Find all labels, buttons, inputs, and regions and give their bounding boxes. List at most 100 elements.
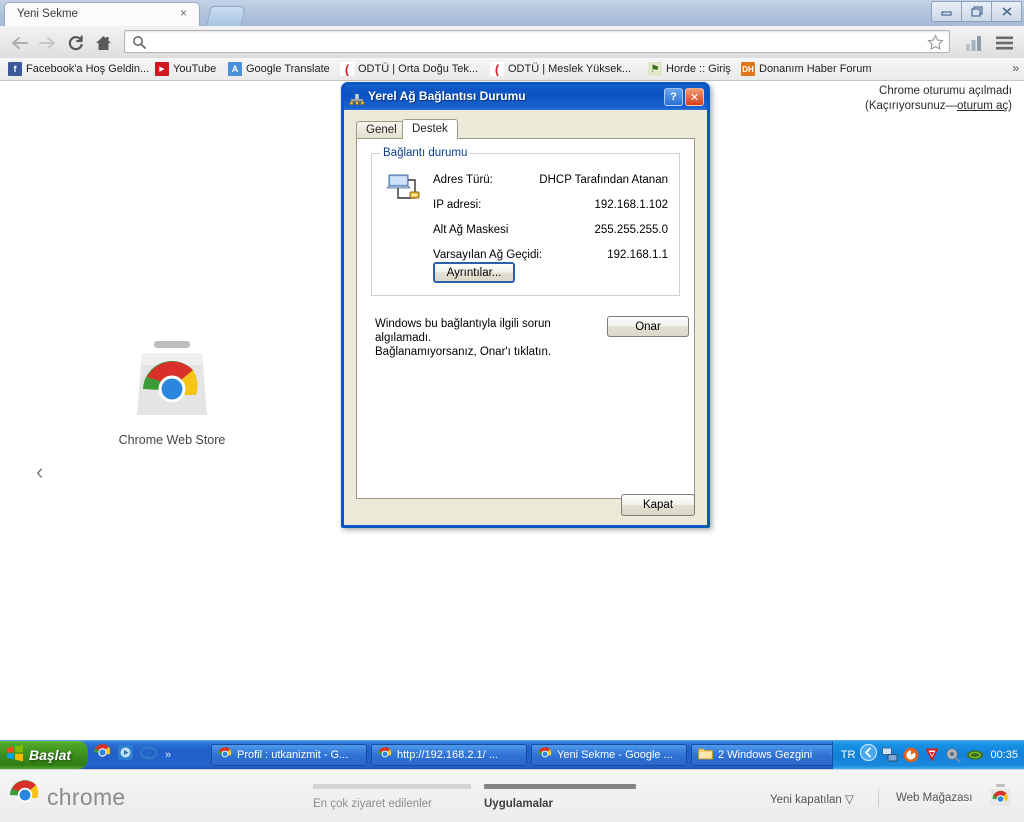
bookmark-label: Donanım Haber Forum	[759, 63, 872, 75]
dialog-title-bar[interactable]: Yerel Ağ Bağlantısı Durumu ? ✕	[344, 85, 707, 110]
web-store-link[interactable]: Web Mağazası	[896, 792, 973, 804]
recently-closed-menu[interactable]: Yeni kapatılan ▽	[770, 792, 854, 806]
repair-description: Windows bu bağlantıyla ilgili sorun algı…	[375, 317, 605, 359]
taskbar-item-profil[interactable]: Profil : utkanizmit - G...	[211, 744, 367, 766]
window-maximize-button[interactable]	[962, 1, 992, 22]
bookmark-star-icon[interactable]	[927, 34, 944, 56]
chevron-down-icon: ▽	[845, 794, 854, 806]
new-tab-shape	[206, 6, 246, 26]
bookmarks-overflow-button[interactable]: »	[1012, 61, 1019, 75]
windows-flag-icon	[6, 744, 24, 767]
field-subnet-mask: Alt Ağ Maskesi 255.255.255.0	[433, 222, 668, 247]
system-clock[interactable]: 00:35	[990, 749, 1018, 761]
chrome-icon	[378, 746, 392, 764]
chrome-web-store-tile[interactable]: Chrome Web Store	[110, 337, 234, 447]
taskbar-item-windows-gezgini[interactable]: 2 Windows Gezgini ▾	[691, 744, 843, 766]
odtu-icon: (	[490, 62, 504, 76]
reload-button[interactable]	[64, 32, 86, 54]
network-connection-icon	[349, 90, 365, 106]
taskbar-item-label: 2 Windows Gezgini	[718, 749, 813, 761]
dialog-title: Yerel Ağ Bağlantısı Durumu	[368, 89, 526, 103]
language-indicator[interactable]: TR	[841, 749, 856, 761]
browser-toolbar	[0, 26, 1024, 59]
bookmark-item-youtube[interactable]: ▶ YouTube	[155, 61, 216, 77]
field-value: 192.168.1.1	[607, 249, 668, 261]
bookmark-item-donanim-haber[interactable]: DH Donanım Haber Forum	[741, 61, 872, 77]
recently-closed-label: Yeni kapatılan	[770, 794, 842, 806]
chrome-logo-icon	[10, 780, 40, 815]
field-key: Varsayılan Ağ Geçidi:	[433, 249, 543, 261]
back-button[interactable]	[8, 32, 30, 54]
bookmark-item-facebook[interactable]: f Facebook'a Hoş Geldin...	[8, 61, 149, 77]
group-legend: Bağlantı durumu	[380, 147, 471, 159]
close-dialog-button[interactable]: Kapat	[621, 494, 695, 516]
nvidia-icon[interactable]	[966, 747, 984, 763]
network-connections-icon[interactable]	[882, 747, 898, 763]
taskbar-item-yeni-sekme[interactable]: Yeni Sekme - Google ...	[531, 744, 687, 766]
window-close-button[interactable]	[992, 1, 1022, 22]
repair-description-line1: Windows bu bağlantıyla ilgili sorun algı…	[375, 318, 551, 344]
signal-bars-icon[interactable]	[964, 32, 984, 54]
repair-button[interactable]: Onar	[607, 316, 689, 337]
bookmarks-bar: f Facebook'a Hoş Geldin... ▶ YouTube A G…	[0, 58, 1024, 81]
browser-tab[interactable]: Yeni Sekme ×	[4, 2, 200, 26]
google-translate-icon: A	[228, 62, 242, 76]
bookmark-item-odtu-2[interactable]: ( ODTÜ | Meslek Yüksek...	[490, 61, 631, 77]
signin-suffix: )	[1008, 100, 1012, 112]
bookmark-label: ODTÜ | Orta Doğu Tek...	[358, 63, 479, 75]
field-value: 255.255.255.0	[594, 224, 668, 236]
tab-close-icon[interactable]: ×	[177, 7, 190, 20]
start-button[interactable]: Başlat	[0, 741, 88, 769]
chrome-icon	[217, 746, 232, 764]
field-key: Adres Türü:	[433, 174, 493, 186]
bookmark-item-horde[interactable]: ⚑ Horde :: Giriş	[648, 61, 731, 77]
field-key: Alt Ağ Maskesi	[433, 224, 509, 236]
tray-expand-icon[interactable]	[860, 743, 878, 766]
antivirus-shield-icon[interactable]	[903, 747, 919, 763]
field-key: IP adresi:	[433, 199, 482, 211]
chrome-branding: chrome	[10, 780, 126, 815]
home-button[interactable]	[92, 32, 114, 54]
donanimhaber-icon: DH	[741, 62, 755, 76]
quick-launch-chrome-icon[interactable]	[94, 744, 111, 766]
field-value: 192.168.1.102	[594, 199, 668, 211]
tab-destek[interactable]: Destek	[402, 119, 458, 139]
window-minimize-button[interactable]	[931, 1, 962, 22]
chrome-web-store-label: Chrome Web Store	[118, 433, 226, 447]
hamburger-menu-icon[interactable]	[993, 32, 1015, 54]
tab-genel[interactable]: Genel	[356, 121, 407, 138]
ntp-section-most-visited[interactable]: En çok ziyaret edilenler	[313, 784, 471, 810]
taskbar-item-router[interactable]: http://192.168.2.1/ ...	[371, 744, 527, 766]
dialog-body: Genel Destek Bağlantı durumu Adres Türü:…	[344, 110, 707, 525]
folder-icon	[698, 747, 713, 763]
address-bar[interactable]	[124, 30, 950, 53]
avast-icon[interactable]	[924, 747, 940, 763]
quick-launch-internet-explorer-icon[interactable]: e	[140, 744, 157, 766]
bookmark-item-google-translate[interactable]: A Google Translate	[228, 61, 330, 77]
network-status-dialog: Yerel Ağ Bağlantısı Durumu ? ✕ Genel Des…	[341, 82, 710, 528]
taskbar-item-label: http://192.168.2.1/ ...	[397, 749, 498, 761]
connection-field-list: Adres Türü: DHCP Tarafından Atanan IP ad…	[433, 172, 668, 272]
ntp-section-apps[interactable]: Uygulamalar	[484, 784, 636, 810]
search-icon	[132, 35, 146, 54]
quick-launch-media-player-icon[interactable]	[117, 744, 134, 766]
previous-page-arrow-icon[interactable]: ‹	[36, 459, 43, 485]
chrome-icon	[538, 746, 552, 764]
facebook-icon: f	[8, 62, 22, 76]
signin-notice-line1: Chrome oturumu açılmadı	[879, 85, 1012, 97]
volume-icon[interactable]	[945, 747, 961, 763]
web-store-corner-icon[interactable]	[988, 784, 1013, 813]
bookmark-item-odtu-1[interactable]: ( ODTÜ | Orta Doğu Tek...	[340, 61, 478, 77]
signin-link[interactable]: oturum aç	[957, 100, 1008, 112]
dialog-close-icon[interactable]: ✕	[685, 88, 704, 106]
help-button[interactable]: ?	[664, 88, 683, 106]
bookmark-label: YouTube	[173, 63, 217, 75]
dialog-panel-destek: Bağlantı durumu Adres Türü: DHCP Tarafın…	[356, 138, 695, 499]
details-button[interactable]: Ayrıntılar...	[433, 262, 515, 283]
signin-prefix: (Kaçırıyorsunuz—	[864, 100, 958, 112]
quick-launch-overflow-icon[interactable]: »	[165, 749, 171, 761]
forward-button[interactable]	[36, 32, 58, 54]
field-ip-address: IP adresi: 192.168.1.102	[433, 197, 668, 222]
new-tab-button[interactable]	[206, 6, 246, 26]
taskbar-item-label: Yeni Sekme - Google ...	[557, 749, 673, 761]
